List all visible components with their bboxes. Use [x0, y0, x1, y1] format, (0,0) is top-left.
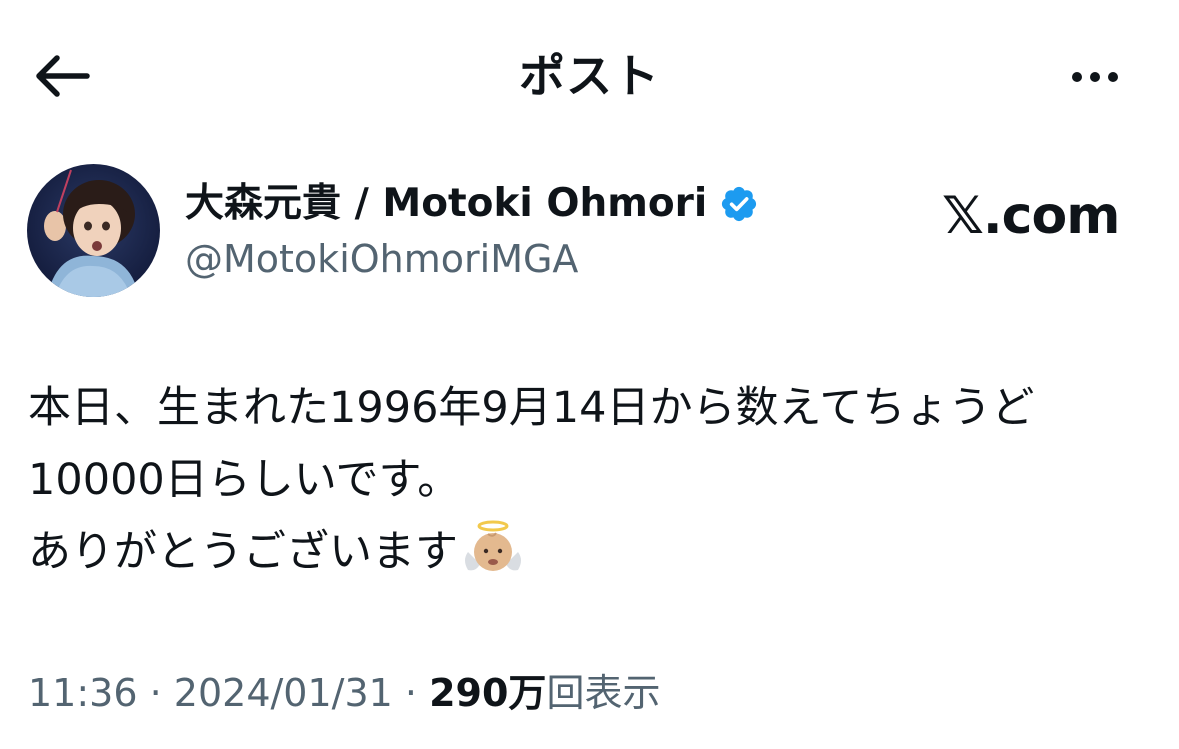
baby-angel-emoji-icon: [465, 520, 521, 571]
more-dot: [1090, 72, 1100, 82]
post-line: ありがとうございます: [28, 527, 458, 577]
post-time[interactable]: 11:36: [28, 671, 138, 715]
more-dot: [1108, 72, 1118, 82]
post-detail-screen: ポスト 大森元貴 / Motoki Ohmori @MotokiOhmoriMG…: [0, 0, 1179, 749]
more-options-button[interactable]: [1060, 52, 1130, 102]
post-line: 10000日らしいです。: [28, 455, 461, 505]
post-meta: 11:36 · 2024/01/31 · 290万回表示: [28, 665, 660, 721]
avatar[interactable]: [27, 164, 160, 297]
author-handle[interactable]: @MotokiOhmoriMGA: [185, 233, 578, 285]
views-label: 回表示: [546, 671, 661, 715]
post-line: 本日、生まれた1996年9月14日から数えてちょうど: [28, 383, 1035, 433]
more-horizontal-icon: [1072, 72, 1082, 82]
x-com-watermark: 𝕏.com: [942, 186, 1120, 246]
separator: ·: [149, 671, 162, 715]
verified-badge-icon: [722, 186, 757, 222]
post-text: 本日、生まれた1996年9月14日から数えてちょうど 10000日らしいです。 …: [28, 372, 1158, 588]
post-date[interactable]: 2024/01/31: [174, 671, 393, 715]
separator: ·: [404, 671, 418, 715]
views-count[interactable]: 290万: [429, 671, 546, 715]
avatar-image: [27, 164, 160, 297]
author-name-row[interactable]: 大森元貴 / Motoki Ohmori: [185, 178, 759, 230]
author-name: 大森元貴 / Motoki Ohmori: [185, 181, 708, 226]
page-title: ポスト: [519, 49, 660, 103]
post-line-with-emoji: ありがとうございます: [28, 516, 1158, 588]
